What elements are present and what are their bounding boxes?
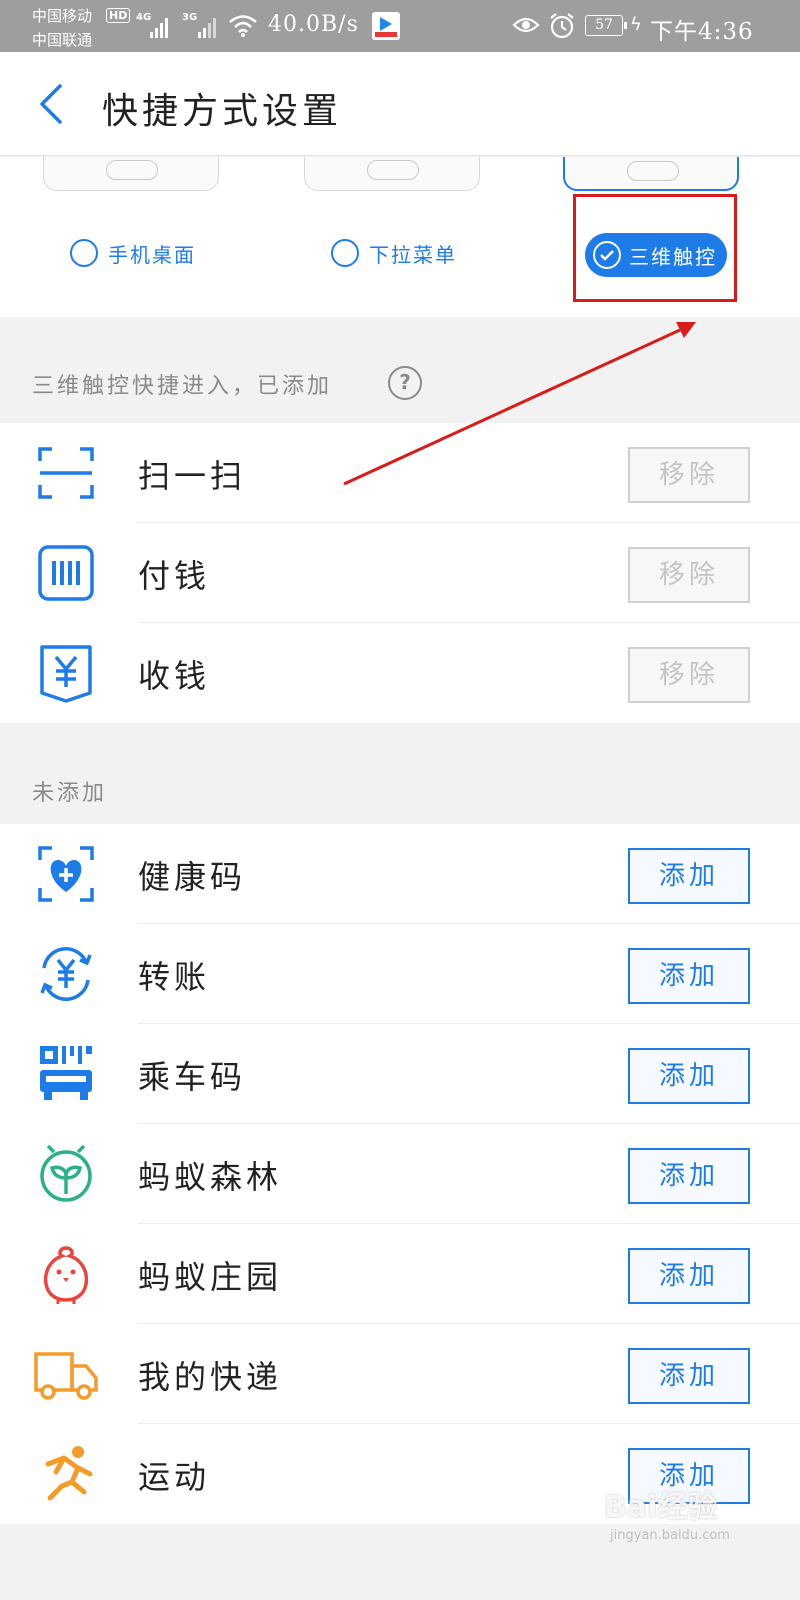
not-added-list: 健康码 添加 转账 添加 乘车码 添加 蚂蚁森林 添加 蚂蚁庄园 添加 我的快递… — [0, 824, 800, 1524]
add-button[interactable]: 添加 — [628, 948, 750, 1004]
item-label: 收钱 — [138, 657, 211, 695]
radio-unchecked-icon — [70, 239, 98, 267]
add-button[interactable]: 添加 — [628, 1348, 750, 1404]
page-title: 快捷方式设置 — [102, 91, 343, 132]
item-label: 乘车码 — [138, 1058, 247, 1096]
charging-icon: ϟ — [630, 14, 642, 35]
bus-code-icon — [40, 1046, 92, 1100]
running-icon — [45, 1446, 93, 1501]
list-item: 乘车码 添加 — [0, 1024, 800, 1124]
battery-level: 57 — [585, 15, 627, 36]
3d-touch-preview[interactable] — [563, 157, 739, 191]
item-label: 转账 — [138, 958, 211, 996]
not-added-section-header: 未添加 — [0, 723, 800, 823]
list-item: 蚂蚁庄园 添加 — [0, 1224, 800, 1324]
option-dropdown-menu[interactable]: 下拉菜单 — [331, 233, 457, 273]
not-added-section-title: 未添加 — [32, 781, 108, 806]
watermark-logo: Bai经验 — [604, 1490, 718, 1525]
help-icon[interactable]: ? — [388, 366, 422, 400]
add-button[interactable]: 添加 — [628, 1248, 750, 1304]
remove-button[interactable]: 移除 — [628, 647, 750, 703]
list-item: 扫一扫 移除 — [0, 423, 800, 523]
add-button[interactable]: 添加 — [628, 848, 750, 904]
item-label: 扫一扫 — [138, 457, 247, 495]
radio-unchecked-icon — [331, 239, 359, 267]
item-label: 运动 — [138, 1458, 211, 1496]
ant-forest-icon — [40, 1144, 92, 1202]
added-section-header: 三维触控快捷进入，已添加 ? — [0, 318, 800, 422]
annotation-highlight-box — [573, 194, 737, 302]
item-label: 我的快递 — [138, 1358, 283, 1396]
watermark-url: jingyan.baidu.com — [610, 1528, 730, 1543]
list-item: 收钱 移除 — [0, 623, 800, 723]
remove-button[interactable]: 移除 — [628, 547, 750, 603]
page-header: 快捷方式设置 — [0, 52, 800, 156]
phone-desktop-preview[interactable] — [43, 157, 219, 191]
hd-badge: HD — [106, 8, 131, 23]
signal-3g-icon: 3G — [182, 12, 220, 38]
scan-icon — [38, 447, 94, 499]
wifi-icon — [229, 15, 257, 37]
alarm-icon — [550, 13, 574, 39]
carrier-secondary: 中国联通 — [32, 31, 93, 49]
remove-button[interactable]: 移除 — [628, 447, 750, 503]
list-item: 我的快递 添加 — [0, 1324, 800, 1424]
list-item: 付钱 移除 — [0, 523, 800, 623]
status-bar: 中国移动 HD 中国联通 4G 3G 40.0B/s 57 ϟ 下午4:36 — [0, 0, 800, 52]
carrier-primary: 中国移动 — [32, 7, 93, 25]
list-item: 蚂蚁森林 添加 — [0, 1124, 800, 1224]
option-label: 手机桌面 — [108, 242, 196, 267]
dropdown-menu-preview[interactable] — [304, 157, 480, 191]
added-section-title: 三维触控快捷进入，已添加 — [32, 374, 333, 399]
item-label: 健康码 — [138, 858, 247, 896]
list-item: 健康码 添加 — [0, 824, 800, 924]
eye-comfort-icon — [512, 17, 540, 33]
add-button[interactable]: 添加 — [628, 1048, 750, 1104]
receive-money-icon — [40, 645, 92, 703]
option-label: 下拉菜单 — [369, 242, 457, 267]
ant-farm-icon — [43, 1246, 89, 1304]
item-label: 付钱 — [138, 557, 211, 595]
add-button[interactable]: 添加 — [628, 1148, 750, 1204]
pay-barcode-icon — [38, 545, 94, 601]
entry-mode-selector: 手机桌面 下拉菜单 三维触控 — [0, 157, 800, 317]
item-label: 蚂蚁庄园 — [138, 1258, 283, 1296]
signal-4g-icon: 4G — [136, 12, 172, 38]
list-item: 转账 添加 — [0, 924, 800, 1024]
option-phone-desktop[interactable]: 手机桌面 — [70, 233, 196, 273]
item-label: 蚂蚁森林 — [138, 1158, 283, 1196]
transfer-icon — [40, 947, 92, 1001]
status-time: 下午4:36 — [650, 19, 754, 45]
added-list: 扫一扫 移除 付钱 移除 收钱 移除 — [0, 423, 800, 723]
delivery-truck-icon — [34, 1352, 98, 1400]
network-speed: 40.0B/s — [268, 12, 359, 37]
notification-app-icon — [372, 12, 400, 40]
back-arrow-icon[interactable] — [30, 80, 74, 128]
health-code-icon — [38, 846, 94, 902]
